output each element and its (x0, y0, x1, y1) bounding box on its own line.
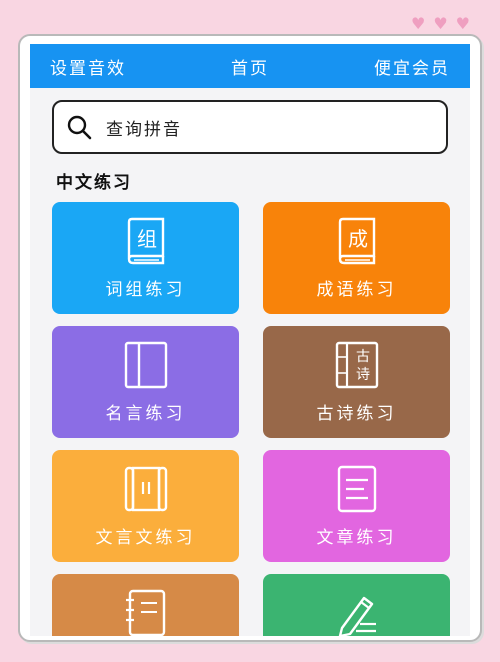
card-label: 古诗练习 (316, 404, 397, 424)
section-title: 中文练习 (56, 173, 132, 193)
heart-icon: ♥ (410, 14, 426, 33)
heart-icon: ♥ (455, 14, 470, 33)
heart-icon: ♥ (433, 14, 448, 33)
open-book-icon (124, 341, 167, 389)
decorative-hearts: ♥ ♥ ♥ (411, 16, 470, 32)
card-word-group-practice[interactable]: 组 词组练习 (52, 202, 239, 314)
notebook-icon (125, 589, 165, 636)
pencil-icon (338, 596, 376, 636)
search-placeholder: 查询拼音 (106, 119, 182, 140)
card-writing[interactable] (263, 574, 450, 636)
book-cheng-icon: 成 (338, 217, 375, 265)
book-zu-icon: 组 (127, 217, 164, 265)
card-idiom-practice[interactable]: 成 成语练习 (263, 202, 450, 314)
search-icon (67, 115, 92, 140)
card-article-practice[interactable]: 文章练习 (263, 450, 450, 562)
card-ancient-poem-practice[interactable]: 古 诗 古诗练习 (263, 326, 450, 438)
card-label: 文章练习 (316, 528, 397, 548)
card-notebook[interactable] (52, 574, 239, 636)
card-quote-practice[interactable]: 名言练习 (52, 326, 239, 438)
svg-text:古: 古 (356, 349, 370, 365)
svg-text:成: 成 (348, 227, 368, 251)
card-label: 名言练习 (105, 404, 186, 424)
poem-book-icon: 古 诗 (335, 341, 378, 389)
top-bar: 设置音效 首页 便宜会员 (30, 44, 470, 88)
practice-grid: 组 词组练习 成 成语练习 名言练习 古 诗 古诗练习 文言文练习 文章练习 (52, 202, 450, 636)
document-icon (337, 465, 376, 513)
pinyin-search-box[interactable]: 查询拼音 (52, 100, 448, 154)
svg-text:组: 组 (137, 227, 157, 251)
card-label: 成语练习 (316, 280, 397, 300)
app-screen: 设置音效 首页 便宜会员 查询拼音 中文练习 组 词组练习 成 成语练习 名言练… (30, 44, 470, 636)
scroll-icon (124, 466, 167, 512)
home-title[interactable]: 首页 (231, 54, 269, 79)
svg-text:诗: 诗 (356, 367, 370, 383)
card-label: 文言文练习 (95, 528, 196, 548)
membership-button[interactable]: 便宜会员 (374, 54, 450, 79)
sound-settings-button[interactable]: 设置音效 (50, 54, 126, 79)
card-classical-chinese-practice[interactable]: 文言文练习 (52, 450, 239, 562)
card-label: 词组练习 (105, 280, 186, 300)
